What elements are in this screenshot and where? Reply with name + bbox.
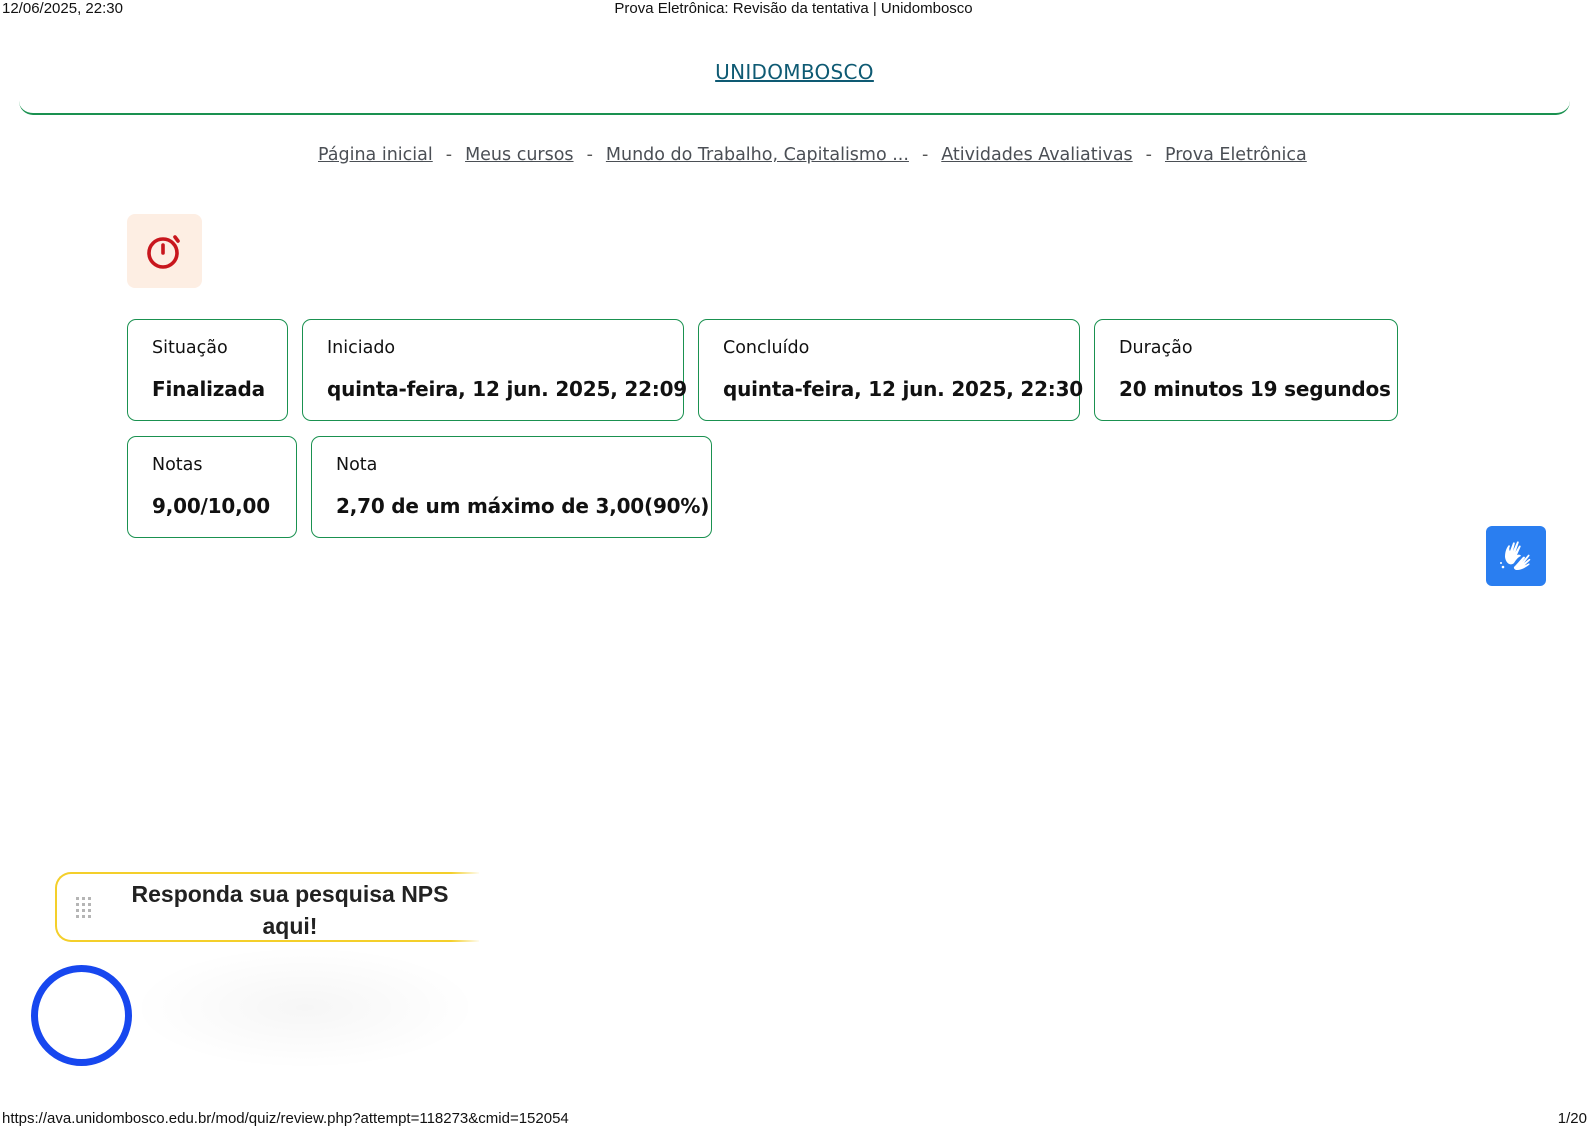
summary-card-completed: Concluído quinta-feira, 12 jun. 2025, 22…: [698, 319, 1084, 421]
site-header: UNIDOMBOSCO: [19, 30, 1570, 115]
grade-value: 2,70 de um máximo de 3,00(90%): [336, 494, 710, 518]
breadcrumb-course[interactable]: Mundo do Trabalho, Capitalismo ...: [606, 145, 909, 165]
breadcrumb-my-courses[interactable]: Meus cursos: [465, 145, 574, 165]
stopwatch-icon: [146, 235, 180, 269]
marks-label: Notas: [152, 455, 203, 475]
duration-value: 20 minutos 19 segundos: [1119, 377, 1391, 401]
breadcrumb-activity[interactable]: Prova Eletrônica: [1165, 145, 1307, 165]
started-label: Iniciado: [327, 338, 396, 358]
breadcrumb-separator: -: [921, 145, 929, 165]
summary-card-marks: Notas 9,00/10,00: [127, 436, 297, 538]
grade-label: Nota: [336, 455, 378, 475]
summary-card-duration: Duração 20 minutos 19 segundos: [1094, 319, 1398, 421]
duration-label: Duração: [1119, 338, 1193, 358]
breadcrumb-separator: -: [586, 145, 593, 165]
summary-card-status: Situação Finalizada: [127, 319, 288, 421]
breadcrumb-separator: -: [445, 145, 453, 165]
chat-launcher-button[interactable]: [31, 965, 132, 1066]
quiz-activity-badge: [127, 214, 202, 288]
completed-label: Concluído: [723, 338, 810, 358]
status-label: Situação: [152, 338, 228, 358]
nps-panel-shadow: [130, 945, 480, 1070]
status-value: Finalizada: [152, 377, 265, 401]
breadcrumb-section[interactable]: Atividades Avaliativas: [941, 145, 1132, 165]
sign-language-hands-icon: [1500, 541, 1531, 570]
libras-accessibility-button[interactable]: [1486, 526, 1546, 586]
print-page-title: Prova Eletrônica: Revisão da tentativa |…: [614, 0, 973, 17]
brand-link[interactable]: UNIDOMBOSCO: [19, 60, 1570, 84]
nps-survey-text[interactable]: Responda sua pesquisa NPS aqui!: [123, 878, 457, 942]
breadcrumb-separator: -: [1145, 145, 1152, 165]
summary-card-started: Iniciado quinta-feira, 12 jun. 2025, 22:…: [302, 319, 688, 421]
drag-handle-icon[interactable]: [75, 896, 93, 920]
breadcrumb-home[interactable]: Página inicial: [318, 145, 433, 165]
nps-survey-panel[interactable]: Responda sua pesquisa NPS aqui!: [55, 872, 481, 942]
marks-value: 9,00/10,00: [152, 494, 270, 518]
started-value: quinta-feira, 12 jun. 2025, 22:09: [327, 377, 688, 401]
completed-value: quinta-feira, 12 jun. 2025, 22:30: [723, 377, 1084, 401]
print-url: https://ava.unidombosco.edu.br/mod/quiz/…: [2, 1110, 569, 1127]
print-page-number: 1/20: [1557, 1110, 1587, 1127]
summary-card-grade: Nota 2,70 de um máximo de 3,00(90%): [311, 436, 712, 538]
breadcrumb: Página inicial - Meus cursos - Mundo do …: [318, 143, 1318, 167]
